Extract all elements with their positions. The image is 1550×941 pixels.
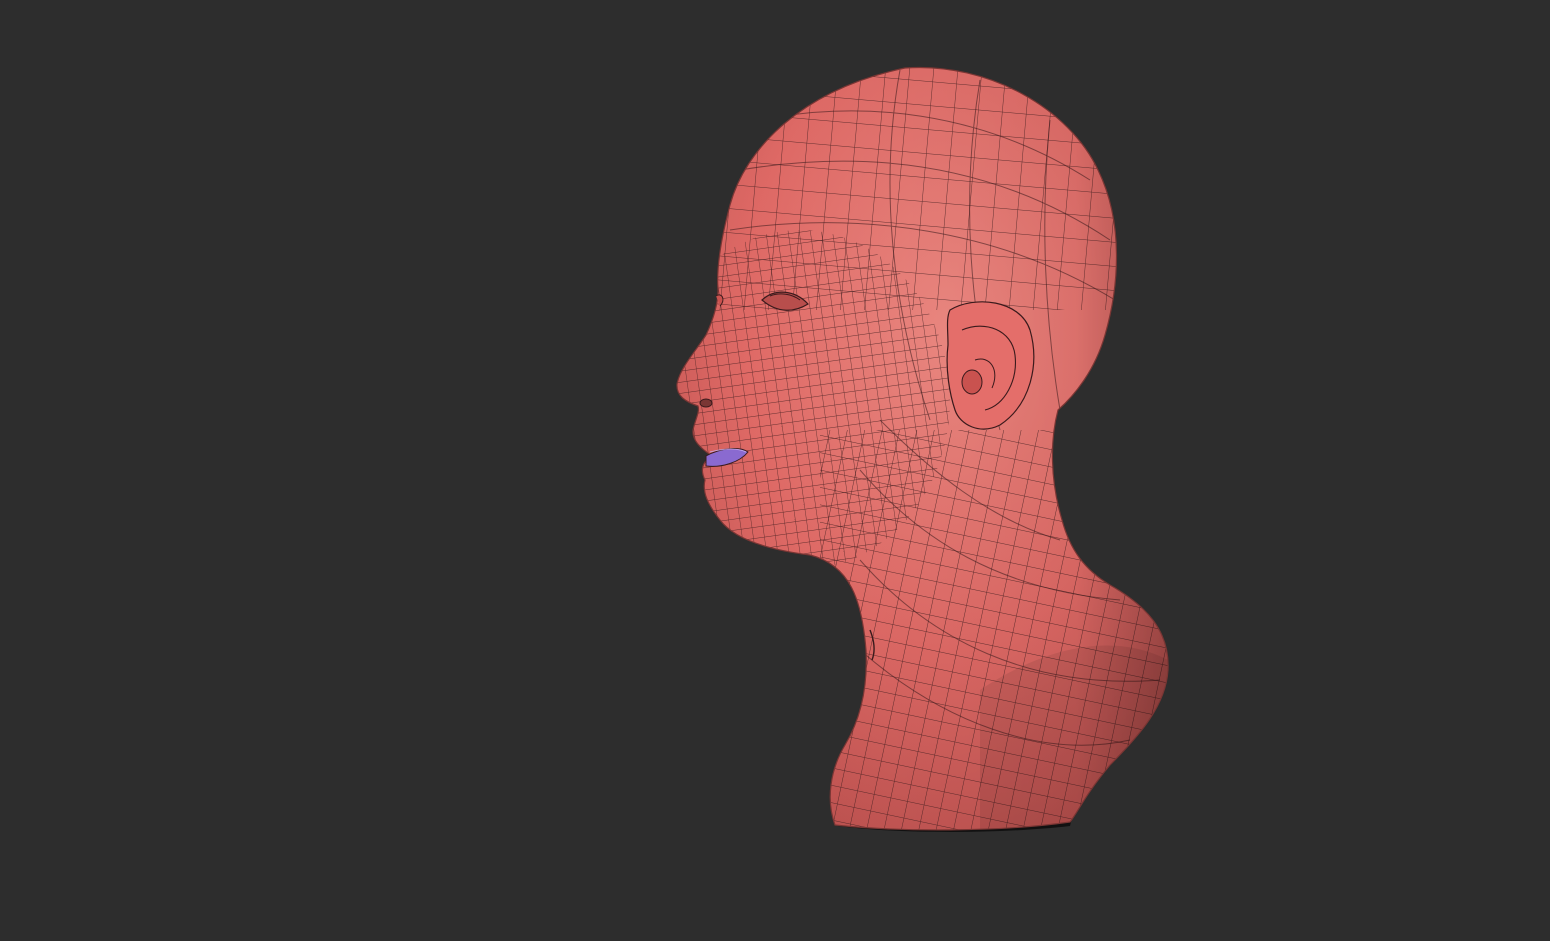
model-render[interactable]: [0, 0, 1550, 941]
3d-viewport[interactable]: [0, 0, 1550, 941]
nostril: [699, 398, 713, 408]
